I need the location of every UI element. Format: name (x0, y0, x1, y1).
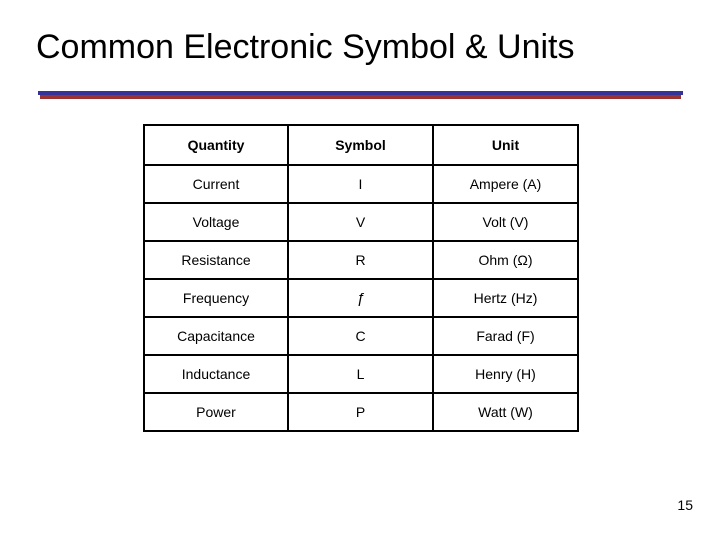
cell-symbol: I (287, 164, 434, 204)
cell-symbol: R (287, 240, 434, 280)
title-divider (38, 91, 683, 99)
cell-unit: Farad (F) (432, 316, 579, 356)
cell-symbol: C (287, 316, 434, 356)
column-header-unit: Unit (432, 124, 579, 166)
column-header-symbol: Symbol (287, 124, 434, 166)
cell-quantity: Current (143, 164, 289, 204)
cell-unit: Hertz (Hz) (432, 278, 579, 318)
slide: Common Electronic Symbol & Units Quantit… (0, 0, 720, 540)
table-row: Frequency ƒ Hertz (Hz) (143, 278, 579, 318)
page-title: Common Electronic Symbol & Units (36, 28, 575, 66)
cell-quantity: Capacitance (143, 316, 289, 356)
cell-symbol: ƒ (287, 278, 434, 318)
cell-unit: Ampere (A) (432, 164, 579, 204)
cell-unit: Ohm (Ω) (432, 240, 579, 280)
table-header-row: Quantity Symbol Unit (143, 124, 579, 166)
cell-quantity: Frequency (143, 278, 289, 318)
cell-quantity: Inductance (143, 354, 289, 394)
table-row: Resistance R Ohm (Ω) (143, 240, 579, 280)
column-header-quantity: Quantity (143, 124, 289, 166)
cell-quantity: Power (143, 392, 289, 432)
table-row: Inductance L Henry (H) (143, 354, 579, 394)
cell-symbol: P (287, 392, 434, 432)
units-table: Quantity Symbol Unit Current I Ampere (A… (143, 124, 579, 432)
cell-quantity: Resistance (143, 240, 289, 280)
page-number: 15 (677, 497, 693, 513)
cell-unit: Watt (W) (432, 392, 579, 432)
table-row: Power P Watt (W) (143, 392, 579, 432)
table-row: Current I Ampere (A) (143, 164, 579, 204)
title-divider-band-red (40, 95, 681, 99)
cell-quantity: Voltage (143, 202, 289, 242)
cell-unit: Henry (H) (432, 354, 579, 394)
cell-symbol: L (287, 354, 434, 394)
table-row: Voltage V Volt (V) (143, 202, 579, 242)
table-row: Capacitance C Farad (F) (143, 316, 579, 356)
cell-symbol: V (287, 202, 434, 242)
cell-unit: Volt (V) (432, 202, 579, 242)
